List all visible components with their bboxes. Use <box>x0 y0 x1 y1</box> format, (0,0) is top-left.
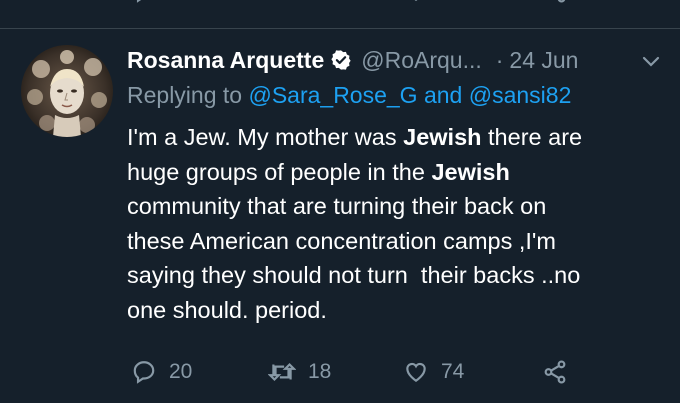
retweet-button[interactable]: 18 <box>268 357 331 387</box>
tweet-text: I'm a Jew. My mother was Jewish there ar… <box>127 120 672 327</box>
prev-retweet-button[interactable]: 43 <box>268 0 331 4</box>
share-icon <box>544 360 566 384</box>
author-name[interactable]: Rosanna Arquette <box>127 47 324 74</box>
tweet-text-line: huge groups of people in the Jewish <box>127 155 672 190</box>
prev-like-button[interactable]: 265 <box>403 0 476 4</box>
prev-reply-count: 10 <box>169 0 192 3</box>
replying-to: Replying to @Sara_Rose_G and @sansi82 <box>127 82 571 109</box>
retweet-icon <box>274 0 275 1</box>
tweet-text-line: saying they should not turn their backs … <box>127 258 672 293</box>
reply-count: 20 <box>169 360 193 383</box>
retweet-count: 18 <box>308 360 332 383</box>
highlighted-term: Jewish <box>431 158 510 185</box>
tweet-text-line: these American concentration camps ,I'm <box>127 224 672 259</box>
share-icon <box>557 0 566 3</box>
highlighted-term: Jewish <box>403 124 482 150</box>
reply-button[interactable]: 20 <box>131 357 192 387</box>
prev-share-button[interactable] <box>542 0 568 4</box>
text-run: saying they should not turn their backs … <box>127 262 581 288</box>
share-button[interactable] <box>542 357 568 387</box>
text-run: these American concentration camps ,I'm <box>127 227 556 254</box>
like-icon <box>414 0 418 1</box>
text-run: community that are turning their back on <box>127 193 547 219</box>
text-run: one should. period. <box>127 296 327 323</box>
chevron-down-icon <box>642 56 660 67</box>
reply-icon <box>136 0 142 3</box>
tweet-menu-button[interactable] <box>640 54 662 75</box>
tweet-text-line: I'm a Jew. My mother was Jewish there ar… <box>127 120 672 155</box>
text-run: there are <box>481 124 583 150</box>
avatar[interactable] <box>21 45 113 137</box>
like-icon <box>406 362 426 382</box>
prev-reply-button[interactable]: 10 <box>131 0 192 4</box>
retweet-icon <box>268 362 296 382</box>
header-separator: · <box>495 46 504 73</box>
replying-prefix: Replying to <box>127 82 249 108</box>
prev-retweet-count: 43 <box>308 0 331 3</box>
like-button[interactable]: 74 <box>403 357 464 387</box>
tweet-divider <box>0 28 680 29</box>
tweet-thread: 10 43 265 <box>0 0 680 403</box>
reply-icon <box>133 361 155 384</box>
tweet-text-line: community that are turning their back on <box>127 189 672 224</box>
tweet-actions: 20 18 74 <box>0 357 680 387</box>
author-handle[interactable]: @RoArqu... <box>361 47 482 74</box>
reply-mention-2[interactable]: @sansi82 <box>469 82 572 108</box>
text-run: I'm a Jew. My mother was <box>127 124 404 150</box>
tweet-header: Rosanna Arquette @RoArqu... · 24 Jun <box>127 45 578 75</box>
reply-and: and <box>417 82 469 108</box>
prev-like-count: 265 <box>441 0 476 3</box>
reply-mention-1[interactable]: @Sara_Rose_G <box>248 82 417 108</box>
tweet-timestamp[interactable]: 24 Jun <box>509 47 578 74</box>
text-run: huge groups of people in the <box>127 158 432 185</box>
like-count: 74 <box>441 360 465 383</box>
previous-tweet-actions: 10 43 265 <box>0 0 680 14</box>
verified-badge-icon <box>330 49 352 71</box>
tweet-text-line: one should. period. <box>127 293 672 328</box>
